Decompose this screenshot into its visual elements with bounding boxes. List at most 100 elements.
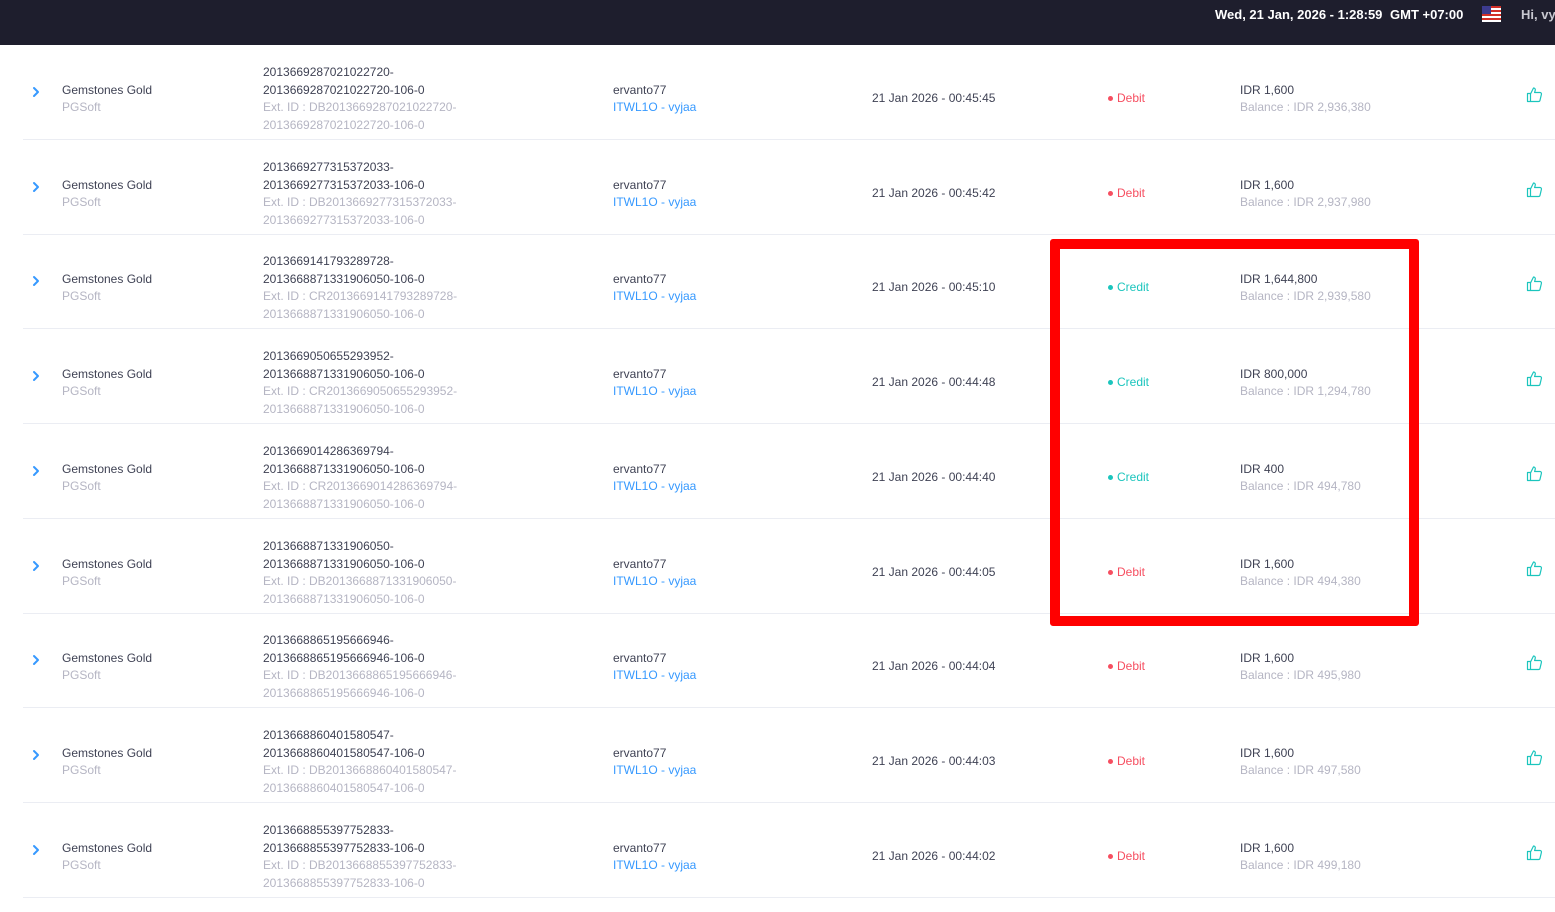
expand-chevron-icon[interactable] <box>29 843 43 857</box>
transaction-time: 21 Jan 2026 - 00:44:48 <box>872 375 996 389</box>
transaction-time: 21 Jan 2026 - 00:44:05 <box>872 565 996 579</box>
external-id: Ext. ID : DB2013668860401580547- 20136688… <box>263 763 457 795</box>
thumbs-up-icon[interactable] <box>1526 86 1543 103</box>
username: ervanto77 <box>613 462 667 476</box>
balance-after: Balance : IDR 494,380 <box>1240 574 1361 588</box>
table-row: Gemstones Gold PGSoft 201366885539775283… <box>23 803 1555 898</box>
transaction-time: 21 Jan 2026 - 00:45:45 <box>872 91 996 105</box>
status-dot <box>1108 664 1113 669</box>
transaction-amount: IDR 1,600 <box>1240 83 1295 97</box>
agent-link[interactable]: ITWL1O - vyjaa <box>613 382 696 400</box>
thumbs-up-icon[interactable] <box>1526 844 1543 861</box>
game-name: Gemstones Gold <box>62 178 153 192</box>
agent-link[interactable]: ITWL1O - vyjaa <box>613 666 696 684</box>
table-row: Gemstones Gold PGSoft 201366886040158054… <box>23 708 1555 803</box>
game-provider: PGSoft <box>62 384 101 398</box>
external-id: Ext. ID : DB2013668871331906050- 20136688… <box>263 574 457 606</box>
expand-chevron-icon[interactable] <box>29 653 43 667</box>
transaction-type-badge: Credit <box>1117 375 1150 389</box>
transaction-amount: IDR 1,644,800 <box>1240 272 1318 286</box>
transaction-type-badge: Debit <box>1117 659 1146 673</box>
external-id: Ext. ID : CR2013669050655293952- 20136688… <box>263 384 458 416</box>
agent-link[interactable]: ITWL1O - vyjaa <box>613 287 696 305</box>
expand-chevron-icon[interactable] <box>29 274 43 288</box>
transaction-amount: IDR 1,600 <box>1240 651 1295 665</box>
expand-chevron-icon[interactable] <box>29 559 43 573</box>
username: ervanto77 <box>613 651 667 665</box>
transaction-time: 21 Jan 2026 - 00:45:42 <box>872 186 996 200</box>
agent-link[interactable]: ITWL1O - vyjaa <box>613 477 696 495</box>
thumbs-up-icon[interactable] <box>1526 749 1543 766</box>
username: ervanto77 <box>613 841 667 855</box>
username: ervanto77 <box>613 272 667 286</box>
expand-chevron-icon[interactable] <box>29 180 43 194</box>
thumbs-up-icon[interactable] <box>1526 654 1543 671</box>
us-flag-icon[interactable] <box>1482 6 1501 22</box>
transaction-amount: IDR 800,000 <box>1240 367 1308 381</box>
status-dot <box>1108 570 1113 575</box>
header-timezone: GMT +07:00 <box>1390 7 1464 22</box>
external-id: Ext. ID : DB2013668865195666946- 20136688… <box>263 668 457 700</box>
transaction-amount: IDR 1,600 <box>1240 841 1295 855</box>
transaction-time: 21 Jan 2026 - 00:45:10 <box>872 280 996 294</box>
game-name: Gemstones Gold <box>62 557 153 571</box>
balance-after: Balance : IDR 2,936,380 <box>1240 100 1371 114</box>
transaction-amount: IDR 1,600 <box>1240 746 1295 760</box>
agent-link[interactable]: ITWL1O - vyjaa <box>613 856 696 874</box>
expand-chevron-icon[interactable] <box>29 748 43 762</box>
balance-after: Balance : IDR 2,937,980 <box>1240 195 1371 209</box>
game-provider: PGSoft <box>62 763 101 777</box>
external-id: Ext. ID : DB2013669277315372033- 20136692… <box>263 195 457 227</box>
status-dot <box>1108 285 1113 290</box>
balance-after: Balance : IDR 499,180 <box>1240 858 1361 872</box>
thumbs-up-icon[interactable] <box>1526 370 1543 387</box>
username: ervanto77 <box>613 83 667 97</box>
username: ervanto77 <box>613 746 667 760</box>
thumbs-up-icon[interactable] <box>1526 560 1543 577</box>
thumbs-up-icon[interactable] <box>1526 275 1543 292</box>
status-dot <box>1108 854 1113 859</box>
transaction-type-badge: Credit <box>1117 280 1150 294</box>
transaction-type-badge: Debit <box>1117 849 1146 863</box>
status-dot <box>1108 96 1113 101</box>
table-row: Gemstones Gold PGSoft 201366905065529395… <box>23 329 1555 424</box>
table-row: Gemstones Gold PGSoft 201366901428636979… <box>23 424 1555 519</box>
game-name: Gemstones Gold <box>62 367 153 381</box>
transaction-id: 2013668871331906050- 2013668871331906050-… <box>263 539 425 571</box>
external-id: Ext. ID : DB2013668855397752833- 20136688… <box>263 858 457 890</box>
transaction-amount: IDR 1,600 <box>1240 557 1295 571</box>
agent-link[interactable]: ITWL1O - vyjaa <box>613 98 696 116</box>
agent-link[interactable]: ITWL1O - vyjaa <box>613 193 696 211</box>
header-datetime: Wed, 21 Jan, 2026 - 1:28:59 <box>1215 7 1383 22</box>
game-name: Gemstones Gold <box>62 83 153 97</box>
game-name: Gemstones Gold <box>62 651 153 665</box>
game-provider: PGSoft <box>62 195 101 209</box>
transaction-amount: IDR 1,600 <box>1240 178 1295 192</box>
transaction-id: 2013669141793289728- 2013668871331906050-… <box>263 254 425 286</box>
thumbs-up-icon[interactable] <box>1526 181 1543 198</box>
agent-link[interactable]: ITWL1O - vyjaa <box>613 761 696 779</box>
external-id: Ext. ID : CR2013669014286369794- 20136688… <box>263 479 458 511</box>
expand-chevron-icon[interactable] <box>29 464 43 478</box>
thumbs-up-icon[interactable] <box>1526 465 1543 482</box>
table-row: Gemstones Gold PGSoft 201366914179328972… <box>23 234 1555 329</box>
external-id: Ext. ID : CR2013669141793289728- 20136688… <box>263 289 458 321</box>
game-name: Gemstones Gold <box>62 841 153 855</box>
username: ervanto77 <box>613 557 667 571</box>
transaction-type-badge: Debit <box>1117 754 1146 768</box>
transaction-id: 2013669014286369794- 2013668871331906050-… <box>263 444 425 476</box>
game-provider: PGSoft <box>62 574 101 588</box>
expand-chevron-icon[interactable] <box>29 369 43 383</box>
game-provider: PGSoft <box>62 289 101 303</box>
expand-chevron-icon[interactable] <box>29 85 43 99</box>
user-greeting[interactable]: Hi, vy <box>1521 7 1555 22</box>
agent-link[interactable]: ITWL1O - vyjaa <box>613 572 696 590</box>
game-provider: PGSoft <box>62 858 101 872</box>
transaction-id: 2013669050655293952- 2013668871331906050-… <box>263 349 425 381</box>
balance-after: Balance : IDR 495,980 <box>1240 668 1361 682</box>
status-dot <box>1108 475 1113 480</box>
transaction-type-badge: Credit <box>1117 470 1150 484</box>
top-header-bar: Wed, 21 Jan, 2026 - 1:28:59 GMT +07:00 H… <box>0 0 1555 45</box>
game-provider: PGSoft <box>62 100 101 114</box>
status-dot <box>1108 759 1113 764</box>
